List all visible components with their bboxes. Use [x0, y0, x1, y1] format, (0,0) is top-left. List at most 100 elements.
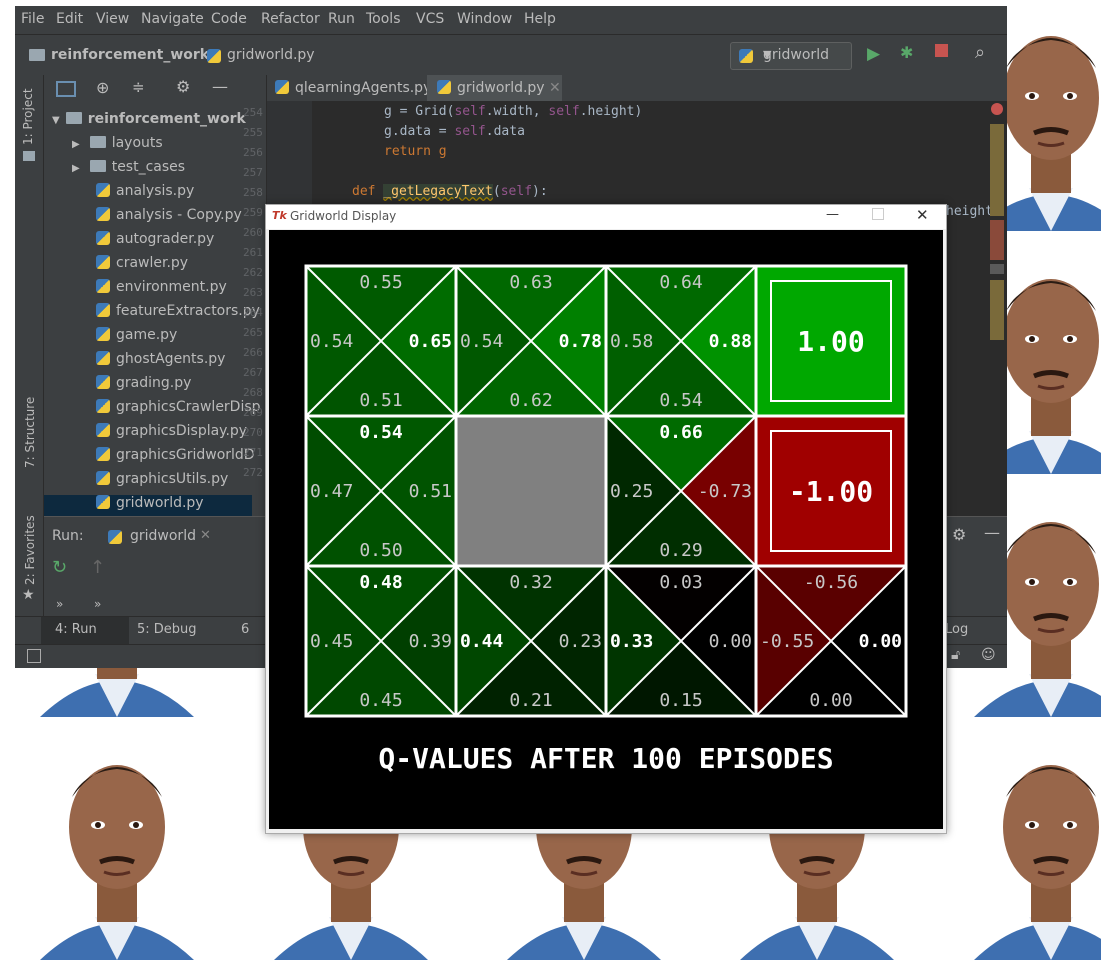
minimize-icon[interactable]: — — [826, 207, 839, 222]
python-file-icon — [96, 495, 110, 509]
window-icon[interactable] — [56, 81, 76, 97]
close-icon[interactable]: ✕ — [549, 80, 561, 96]
code-fragment: height — [946, 204, 993, 219]
tree-file[interactable]: graphicsCrawlerDisp — [96, 399, 261, 423]
q-value-n: 0.32 — [509, 572, 552, 593]
hide-icon[interactable]: — — [212, 77, 228, 96]
q-value-s: 0.45 — [359, 690, 402, 711]
tree-folder[interactable]: ▶ layouts — [72, 135, 163, 159]
stop-icon[interactable] — [935, 44, 948, 57]
menu-edit[interactable]: Edit — [56, 11, 83, 27]
run-tab-label[interactable]: gridworld — [130, 528, 196, 544]
rerun-icon[interactable]: ↻ — [52, 557, 67, 578]
q-value-w: 0.54 — [460, 331, 503, 352]
menu-tools[interactable]: Tools — [366, 11, 401, 27]
tool-tab-6[interactable]: 6 — [241, 622, 249, 637]
target-icon[interactable]: ⊕ — [96, 78, 109, 97]
line-number: 271 — [243, 446, 263, 459]
code-line[interactable]: return g — [384, 144, 447, 159]
menu-help[interactable]: Help — [524, 11, 556, 27]
error-icon[interactable] — [991, 103, 1003, 115]
tree-file[interactable]: gridworld.py — [44, 495, 252, 516]
breadcrumb-file[interactable]: gridworld.py — [227, 47, 315, 63]
editor-tabs: qlearningAgents.py ✕ gridworld.py ✕ — [267, 75, 1007, 101]
inspector-icon[interactable]: ☺ — [981, 647, 996, 663]
project-toolbar: ⊕ ≑ ⚙ — — [44, 75, 266, 101]
favorites-tool-tab[interactable]: 2: Favorites — [23, 515, 37, 585]
run-tool-tab[interactable]: 4: Run — [41, 617, 129, 645]
run-label: Run: — [52, 528, 84, 544]
python-icon — [108, 530, 122, 544]
tree-file-label: graphicsCrawlerDisp — [116, 399, 261, 415]
debug-icon[interactable]: ✱ — [900, 43, 913, 62]
tab-gridworld[interactable]: gridworld.py ✕ — [427, 75, 562, 101]
layout-icon[interactable] — [27, 649, 41, 663]
menu-refactor[interactable]: Refactor — [261, 11, 320, 27]
up-arrow-icon[interactable]: ↑ — [90, 557, 105, 578]
tree-file-label: grading.py — [116, 375, 192, 391]
lock-icon[interactable]: 🔓︎ — [951, 647, 960, 663]
tree-file[interactable]: graphicsUtils.py — [96, 471, 228, 495]
tree-file-label: graphicsDisplay.py — [116, 423, 248, 439]
q-value-s: 0.29 — [659, 540, 702, 561]
tree-file[interactable]: graphicsDisplay.py — [96, 423, 247, 447]
gear-icon[interactable]: ⚙ — [952, 525, 966, 544]
line-number: 263 — [243, 286, 263, 299]
tab-qlearningagents[interactable]: qlearningAgents.py ✕ — [275, 75, 448, 101]
run-config-select[interactable]: gridworld ▼ — [730, 42, 852, 70]
chevron-right-icon: ▶ — [72, 163, 80, 174]
tree-file[interactable]: grading.py — [96, 375, 191, 399]
tree-file[interactable]: graphicsGridworldD — [96, 447, 255, 471]
grid-caption: Q-VALUES AFTER 100 EPISODES — [378, 742, 834, 775]
collapse-icon[interactable]: ≑ — [132, 78, 145, 96]
menu-view[interactable]: View — [96, 11, 129, 27]
debug-tool-tab[interactable]: 5: Debug — [137, 622, 197, 637]
line-number: 268 — [243, 386, 263, 399]
menu-file[interactable]: File — [21, 11, 44, 27]
tree-folder[interactable]: ▶ test_cases — [72, 159, 185, 183]
close-icon[interactable]: ✕ — [200, 528, 211, 543]
menu-navigate[interactable]: Navigate — [141, 11, 204, 27]
q-value-n: 0.63 — [509, 272, 552, 293]
q-value-w: 0.54 — [310, 331, 353, 352]
structure-tool-tab[interactable]: 7: Structure — [23, 397, 37, 468]
tree-file-label: gridworld.py — [116, 495, 204, 511]
tree-file[interactable]: game.py — [96, 327, 177, 351]
tree-file-label: analysis.py — [116, 183, 195, 199]
breadcrumb-project[interactable]: reinforcement_work — [51, 47, 209, 63]
menu-vcs[interactable]: VCS — [416, 11, 444, 27]
code-line[interactable]: def _getLegacyText(self): — [352, 184, 548, 199]
line-number: 254 — [243, 106, 263, 119]
code-line[interactable]: g = Grid(self.width, self.height) — [384, 104, 642, 119]
tree-file[interactable]: autograder.py — [96, 231, 214, 255]
search-icon[interactable]: ⌕ — [975, 42, 985, 63]
line-number: 270 — [243, 426, 263, 439]
tree-file[interactable]: environment.py — [96, 279, 227, 303]
project-tool-tab[interactable]: 1: Project — [21, 88, 35, 145]
code-line[interactable]: g.data = self.data — [384, 124, 525, 139]
maximize-icon[interactable] — [872, 208, 884, 220]
more-icon[interactable]: » — [56, 597, 63, 611]
tree-file[interactable]: ghostAgents.py — [96, 351, 225, 375]
tree-file[interactable]: analysis - Copy.py — [96, 207, 242, 231]
hide-icon[interactable]: — — [984, 523, 1000, 542]
menu-window[interactable]: Window — [457, 11, 512, 27]
gridworld-canvas: 0.55 0.51 0.54 0.65 0.63 0.62 0.54 0.78 0.64 0.54… — [269, 230, 943, 829]
tree-file[interactable]: analysis.py — [96, 183, 194, 207]
more-icon[interactable]: » — [94, 597, 101, 611]
menu-code[interactable]: Code — [211, 11, 247, 27]
event-log-tab[interactable]: Log — [945, 622, 968, 637]
gear-icon[interactable]: ⚙ — [176, 77, 190, 96]
line-number: 255 — [243, 126, 263, 139]
gridworld-titlebar: Tk Gridworld Display — ✕ — [266, 205, 946, 229]
tree-file[interactable]: featureExtractors.py — [96, 303, 260, 327]
close-icon[interactable]: ✕ — [916, 206, 929, 224]
python-file-icon — [96, 447, 110, 461]
python-file-icon — [96, 279, 110, 293]
python-file-icon — [96, 471, 110, 485]
menu-run[interactable]: Run — [328, 11, 355, 27]
run-icon[interactable]: ▶ — [867, 44, 880, 64]
tree-file[interactable]: crawler.py — [96, 255, 188, 279]
folder-icon — [29, 49, 45, 61]
tree-root[interactable]: ▼ reinforcement_work — [52, 111, 246, 135]
